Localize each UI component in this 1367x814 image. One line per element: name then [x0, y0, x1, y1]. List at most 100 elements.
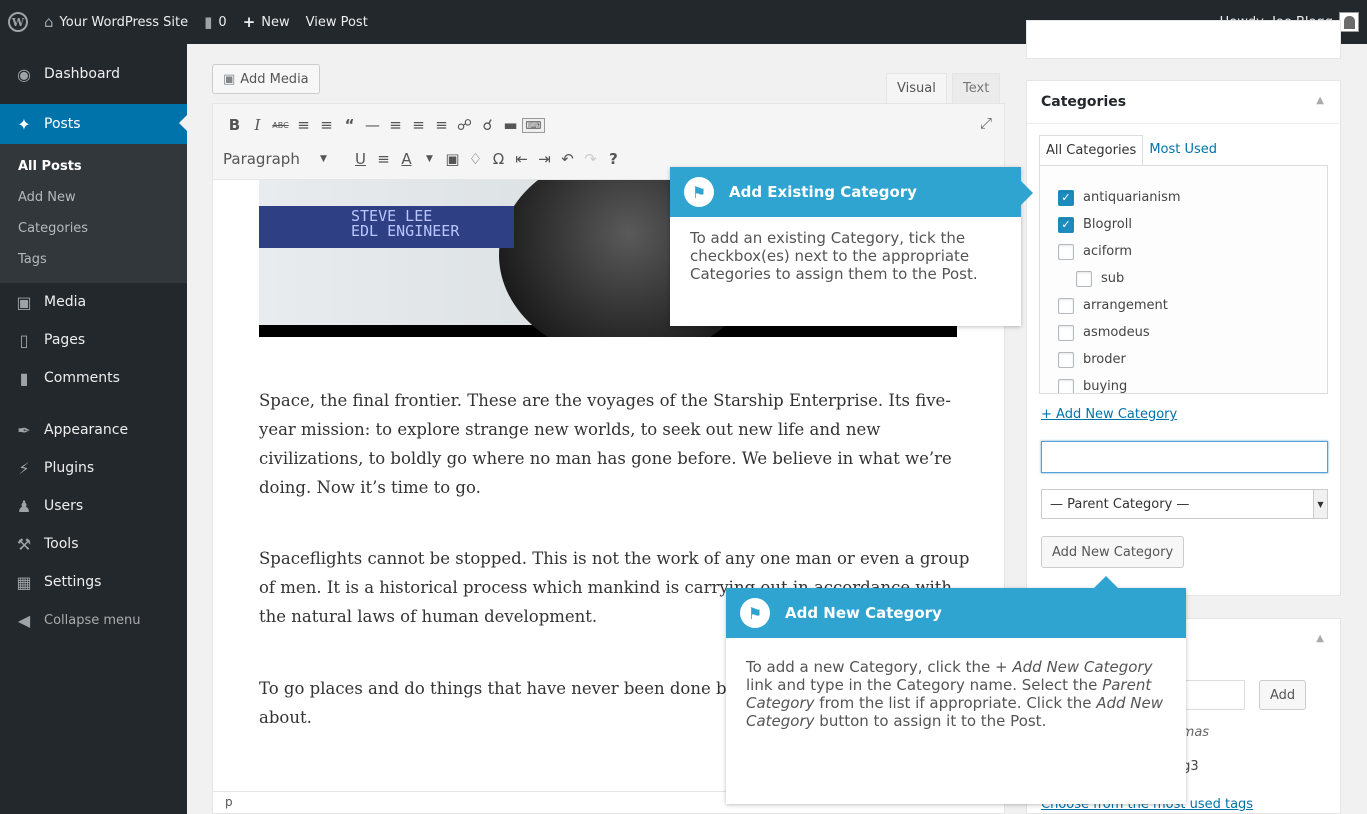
wordpress-logo-icon[interactable]: W: [0, 0, 36, 44]
image-text-line-2: EDL ENGINEER: [351, 222, 460, 240]
menu-plugins[interactable]: ⚡ Plugins: [0, 449, 187, 487]
posts-submenu: All Posts Add New Categories Tags: [0, 144, 187, 283]
format-select-value: Paragraph: [223, 150, 300, 168]
strikethrough-icon[interactable]: ABC: [269, 121, 292, 130]
category-item[interactable]: asmodeus: [1040, 319, 1327, 346]
checkbox[interactable]: [1058, 378, 1074, 393]
menu-media[interactable]: ▣ Media: [0, 283, 187, 321]
parent-category-value: — Parent Category —: [1050, 496, 1190, 512]
toolbar-toggle-icon[interactable]: ⌨: [522, 117, 545, 133]
callout-text: To add a new Category, click the + Add N…: [746, 658, 1166, 730]
outdent-icon[interactable]: ⇤: [510, 150, 533, 168]
horizontal-line-icon[interactable]: —: [361, 116, 384, 134]
collapse-toggle-icon[interactable]: ▲: [1316, 95, 1324, 106]
comments-icon: ▮: [19, 368, 29, 388]
view-post-link[interactable]: View Post: [298, 0, 376, 44]
menu-settings[interactable]: ▦ Settings: [0, 563, 187, 601]
callout-add-existing-category: ⚑ Add Existing Category To add an existi…: [670, 167, 1033, 326]
callout-title: Add New Category: [785, 604, 942, 622]
new-content-link[interactable]: + New: [235, 0, 298, 44]
read-more-icon[interactable]: ▬: [499, 116, 522, 134]
tab-most-used[interactable]: Most Used: [1143, 135, 1223, 165]
media-icon: ▣: [223, 71, 236, 87]
parent-category-select[interactable]: — Parent Category — ▼: [1041, 489, 1328, 519]
category-item[interactable]: broder: [1040, 346, 1327, 373]
pages-icon: ▯: [19, 330, 29, 350]
unlink-icon[interactable]: ☌: [476, 116, 499, 134]
align-center-icon[interactable]: ≡: [407, 116, 430, 134]
submenu-add-new[interactable]: Add New: [0, 182, 187, 213]
submenu-categories[interactable]: Categories: [0, 213, 187, 244]
bullet-list-icon[interactable]: ≡: [292, 116, 315, 134]
category-item[interactable]: ✓ Blogroll: [1040, 211, 1327, 238]
tab-text[interactable]: Text: [952, 73, 1001, 103]
categories-box-header[interactable]: Categories ▲: [1027, 81, 1340, 124]
checkbox-checked[interactable]: ✓: [1058, 216, 1074, 233]
menu-comments[interactable]: ▮ Comments: [0, 359, 187, 397]
indent-icon[interactable]: ⇥: [533, 150, 556, 168]
format-select[interactable]: Paragraph ▼: [223, 146, 343, 172]
comments-link[interactable]: ▮ 0: [196, 0, 235, 44]
checkbox[interactable]: [1076, 270, 1092, 287]
align-right-icon[interactable]: ≡: [430, 116, 453, 134]
add-new-category-button[interactable]: Add New Category: [1041, 536, 1185, 568]
site-name: Your WordPress Site: [59, 14, 189, 30]
category-label: asmodeus: [1083, 325, 1150, 340]
paste-text-icon[interactable]: ▣: [441, 150, 464, 168]
callout-title: Add Existing Category: [729, 183, 917, 201]
menu-tools-label: Tools: [44, 536, 79, 552]
submenu-all-posts[interactable]: All Posts: [0, 151, 187, 182]
category-item[interactable]: sub: [1040, 265, 1327, 292]
checkbox[interactable]: [1058, 243, 1074, 260]
justify-icon[interactable]: ≡: [372, 150, 395, 168]
underline-icon[interactable]: U: [349, 150, 372, 168]
redo-icon[interactable]: ↷: [579, 150, 602, 168]
pushpin-icon: ✦: [17, 114, 31, 134]
tab-all-categories[interactable]: All Categories: [1039, 135, 1144, 165]
tab-visual[interactable]: Visual: [886, 73, 947, 103]
category-item[interactable]: ✓ antiquarianism: [1040, 184, 1327, 211]
category-label: arrangement: [1083, 298, 1168, 313]
help-icon[interactable]: ?: [602, 150, 625, 168]
special-character-icon[interactable]: Ω: [487, 150, 510, 168]
menu-appearance[interactable]: ✒ Appearance: [0, 411, 187, 449]
menu-tools[interactable]: ⚒ Tools: [0, 525, 187, 563]
checkbox-checked[interactable]: ✓: [1058, 189, 1074, 206]
bold-icon[interactable]: B: [223, 116, 246, 134]
italic-icon[interactable]: I: [246, 116, 269, 134]
undo-icon[interactable]: ↶: [556, 150, 579, 168]
menu-posts[interactable]: ✦ Posts: [0, 104, 187, 144]
link-icon[interactable]: ☍: [453, 116, 476, 134]
add-tag-button[interactable]: Add: [1259, 680, 1307, 710]
checkbox[interactable]: [1058, 351, 1074, 368]
blockquote-icon[interactable]: “: [338, 116, 361, 134]
collapse-toggle-icon[interactable]: ▲: [1316, 633, 1324, 644]
checkbox[interactable]: [1058, 297, 1074, 314]
add-new-category-link[interactable]: + Add New Category: [1041, 407, 1177, 422]
fullscreen-icon[interactable]: ⤢: [980, 114, 992, 132]
add-media-button[interactable]: ▣ Add Media: [212, 64, 320, 94]
categories-title: Categories: [1041, 94, 1127, 110]
chevron-down-icon[interactable]: ▼: [418, 154, 441, 164]
wrench-icon: ⚒: [16, 534, 32, 554]
category-item[interactable]: aciform: [1040, 238, 1327, 265]
menu-dashboard[interactable]: ◉ Dashboard: [0, 55, 187, 93]
clear-formatting-icon[interactable]: ♢: [464, 150, 487, 168]
menu-users[interactable]: ♟ Users: [0, 487, 187, 525]
media-icon: ▣: [16, 292, 32, 312]
collapse-menu-button[interactable]: ◀ Collapse menu: [0, 601, 187, 639]
category-checklist[interactable]: ✓ antiquarianism ✓ Blogroll aciform sub …: [1039, 165, 1328, 394]
chevron-down-icon: ▼: [320, 154, 327, 164]
menu-media-label: Media: [44, 294, 87, 310]
align-left-icon[interactable]: ≡: [384, 116, 407, 134]
text-color-icon[interactable]: A: [395, 150, 418, 168]
submenu-tags[interactable]: Tags: [0, 244, 187, 275]
category-tabs: All Categories Most Used: [1039, 135, 1223, 165]
numbered-list-icon[interactable]: ≡: [315, 116, 338, 134]
new-category-input[interactable]: [1041, 441, 1328, 473]
menu-pages[interactable]: ▯ Pages: [0, 321, 187, 359]
category-item[interactable]: buying: [1040, 373, 1327, 393]
category-item[interactable]: arrangement: [1040, 292, 1327, 319]
site-name-link[interactable]: ⌂ Your WordPress Site: [36, 0, 196, 44]
checkbox[interactable]: [1058, 324, 1074, 341]
